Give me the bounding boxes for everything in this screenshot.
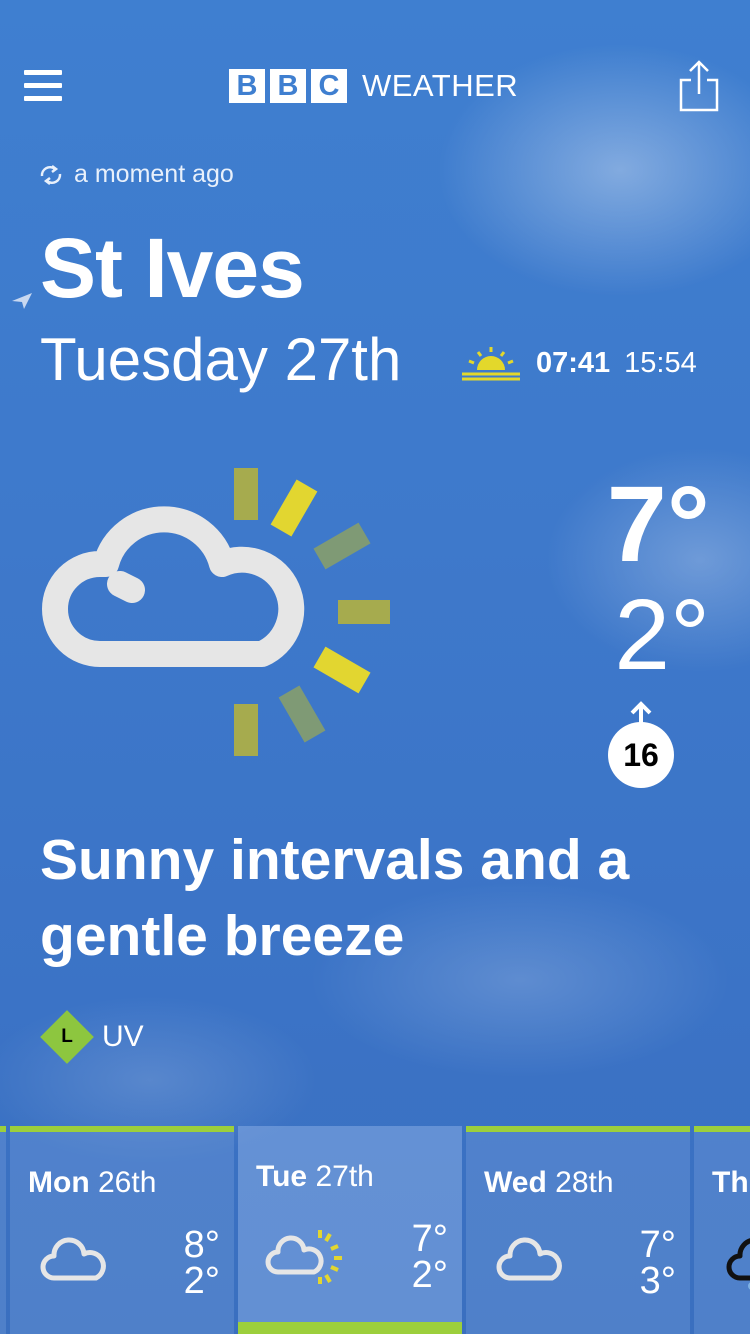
- hamburger-icon-bar: [24, 83, 62, 88]
- uv-indicator[interactable]: L UV: [40, 1010, 144, 1064]
- drizzle-icon: [726, 1238, 750, 1290]
- forecast-day-label: Tue 27th: [256, 1160, 374, 1193]
- uv-level: L: [61, 1026, 73, 1047]
- sun-rays: [234, 468, 390, 756]
- forecast-min-temp: 2°: [411, 1254, 448, 1296]
- forecast-day-prev-edge[interactable]: [0, 1126, 6, 1334]
- logo-letter: C: [311, 69, 347, 103]
- logo-word: WEATHER: [362, 68, 519, 103]
- share-icon: [679, 60, 719, 112]
- forecast-day-label: Wed 28th: [484, 1166, 614, 1199]
- cloud-icon: [40, 1237, 106, 1281]
- location-name: St Ives: [40, 221, 305, 315]
- wind-speed: 16: [608, 722, 674, 788]
- forecast-strip[interactable]: Mon 26th 8° 2° Tue 27th 7° 2° Wed 28th 7…: [0, 1126, 750, 1334]
- sunrise-icon: [462, 347, 520, 381]
- logo-letter: B: [270, 69, 306, 103]
- cloud-icon: [496, 1237, 562, 1281]
- forecast-min-temp: 2°: [183, 1260, 220, 1302]
- uv-label: UV: [102, 1020, 144, 1053]
- menu-button[interactable]: [24, 70, 62, 104]
- current-min-temp: 2°: [614, 579, 710, 691]
- wind-indicator: 16: [608, 700, 674, 788]
- forecast-day-mon[interactable]: Mon 26th 8° 2°: [10, 1126, 234, 1334]
- uv-level-badge: L: [40, 1010, 94, 1064]
- location-arrow-icon: [12, 293, 32, 309]
- sunrise-time: 07:41: [536, 346, 611, 379]
- share-button[interactable]: [678, 60, 720, 112]
- forecast-min-temp: 3°: [639, 1260, 676, 1302]
- current-max-temp: 7°: [606, 463, 710, 584]
- sunny-intervals-icon: [265, 1230, 342, 1284]
- logo-letter: B: [229, 69, 265, 103]
- refresh-status[interactable]: a moment ago: [38, 160, 234, 189]
- refresh-text: a moment ago: [74, 160, 234, 188]
- refresh-icon: [40, 164, 62, 185]
- forecast-day-label: Mon 26th: [28, 1166, 157, 1199]
- sunny-intervals-icon: [42, 468, 390, 756]
- forecast-day-thu[interactable]: Th: [694, 1126, 750, 1334]
- weather-summary: Sunny intervals and a gentle breeze: [40, 828, 630, 968]
- bbc-weather-logo: B B C WEATHER: [229, 68, 518, 104]
- hamburger-icon-bar: [24, 96, 62, 101]
- sunset-time: 15:54: [624, 346, 697, 379]
- sun-times: 07:41 15:54: [460, 345, 697, 381]
- forecast-date: Tuesday 27th: [40, 326, 402, 393]
- forecast-day-label: Th: [712, 1166, 749, 1199]
- hamburger-icon-bar: [24, 70, 62, 75]
- forecast-day-tue[interactable]: Tue 27th 7° 2°: [238, 1126, 462, 1334]
- cloud-shape: [42, 506, 305, 667]
- forecast-day-wed[interactable]: Wed 28th 7° 3°: [466, 1126, 690, 1334]
